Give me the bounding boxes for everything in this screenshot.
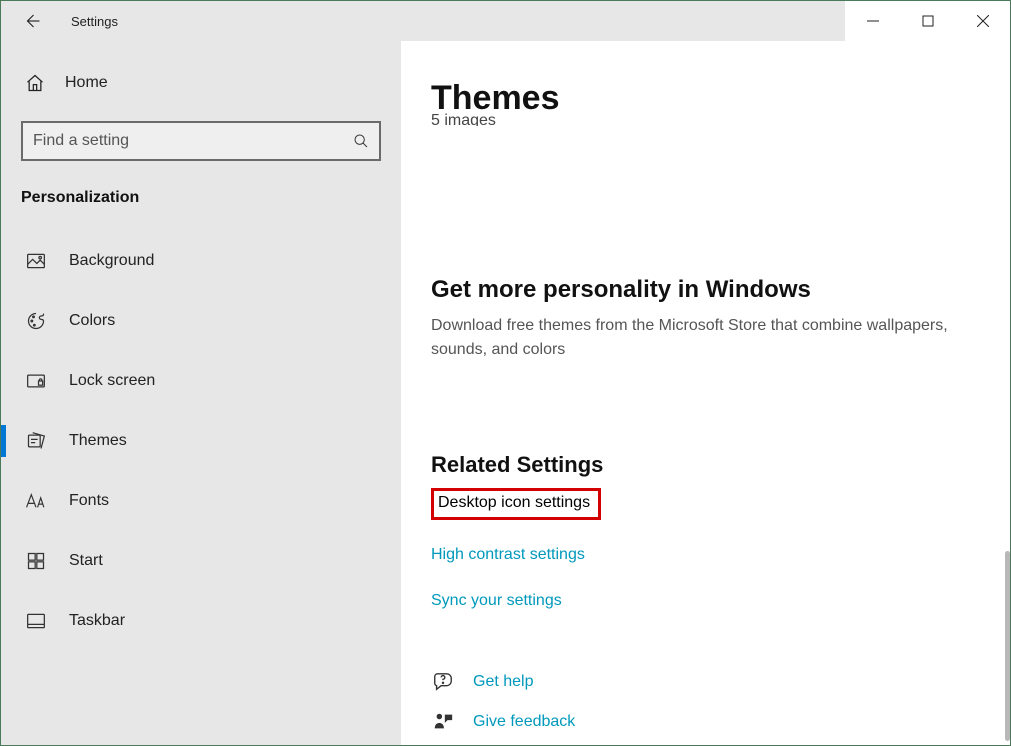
sidebar-item-label: Start — [69, 552, 103, 570]
image-icon — [25, 250, 47, 272]
back-arrow-icon — [23, 12, 41, 30]
link-sync-your-settings[interactable]: Sync your settings — [431, 592, 562, 609]
search-box[interactable] — [21, 121, 381, 161]
sidebar: Home Personalization — [1, 41, 401, 745]
related-settings-heading: Related Settings — [431, 452, 980, 478]
settings-window: Settings Home — [0, 0, 1011, 746]
sidebar-item-background[interactable]: Background — [1, 231, 401, 291]
maximize-icon — [922, 15, 934, 27]
lockscreen-icon — [25, 370, 47, 392]
titlebar-left: Settings — [1, 10, 118, 32]
sidebar-item-taskbar[interactable]: Taskbar — [1, 591, 401, 651]
close-icon — [977, 15, 989, 27]
feedback-icon — [431, 710, 455, 734]
support-section: Get help Give feedback — [431, 670, 980, 734]
maximize-button[interactable] — [900, 1, 955, 41]
sidebar-item-label: Colors — [69, 312, 115, 330]
sidebar-item-label: Themes — [69, 432, 127, 450]
sidebar-item-lockscreen[interactable]: Lock screen — [1, 351, 401, 411]
more-personality-heading: Get more personality in Windows — [431, 276, 980, 304]
search-wrap — [21, 121, 381, 161]
window-controls — [845, 1, 1010, 41]
sidebar-item-label: Lock screen — [69, 372, 155, 390]
back-button[interactable] — [21, 10, 43, 32]
close-button[interactable] — [955, 1, 1010, 41]
sidebar-item-label: Fonts — [69, 492, 109, 510]
themes-icon — [25, 430, 47, 452]
link-high-contrast-settings[interactable]: High contrast settings — [431, 546, 585, 563]
link-give-feedback[interactable]: Give feedback — [473, 713, 575, 731]
give-feedback-row[interactable]: Give feedback — [431, 710, 980, 734]
link-get-help[interactable]: Get help — [473, 673, 533, 691]
fonts-icon — [25, 490, 47, 512]
sidebar-item-themes[interactable]: Themes — [1, 411, 401, 471]
highlight-annotation: Desktop icon settings — [431, 488, 601, 520]
link-desktop-icon-settings[interactable]: Desktop icon settings — [438, 494, 590, 511]
sidebar-item-label: Taskbar — [69, 612, 125, 630]
minimize-button[interactable] — [845, 1, 900, 41]
window-body: Home Personalization — [1, 41, 1010, 745]
start-icon — [25, 550, 47, 572]
palette-icon — [25, 310, 47, 332]
search-input[interactable] — [33, 132, 353, 150]
vertical-scrollbar-thumb[interactable] — [1005, 551, 1010, 741]
titlebar: Settings — [1, 1, 1010, 41]
get-help-row[interactable]: Get help — [431, 670, 980, 694]
more-personality-desc: Download free themes from the Microsoft … — [431, 314, 971, 362]
sidebar-item-fonts[interactable]: Fonts — [1, 471, 401, 531]
window-title: Settings — [71, 14, 118, 29]
sidebar-home-label: Home — [65, 74, 108, 92]
main-content: Themes 5 images Get more personality in … — [401, 41, 1010, 745]
sidebar-item-label: Background — [69, 252, 154, 270]
taskbar-icon — [25, 610, 47, 632]
sidebar-item-colors[interactable]: Colors — [1, 291, 401, 351]
minimize-icon — [867, 15, 879, 27]
search-icon — [353, 133, 369, 149]
sidebar-home[interactable]: Home — [1, 59, 401, 107]
sidebar-section-label: Personalization — [1, 179, 401, 231]
help-icon — [431, 670, 455, 694]
sidebar-item-start[interactable]: Start — [1, 531, 401, 591]
home-icon — [25, 73, 45, 93]
